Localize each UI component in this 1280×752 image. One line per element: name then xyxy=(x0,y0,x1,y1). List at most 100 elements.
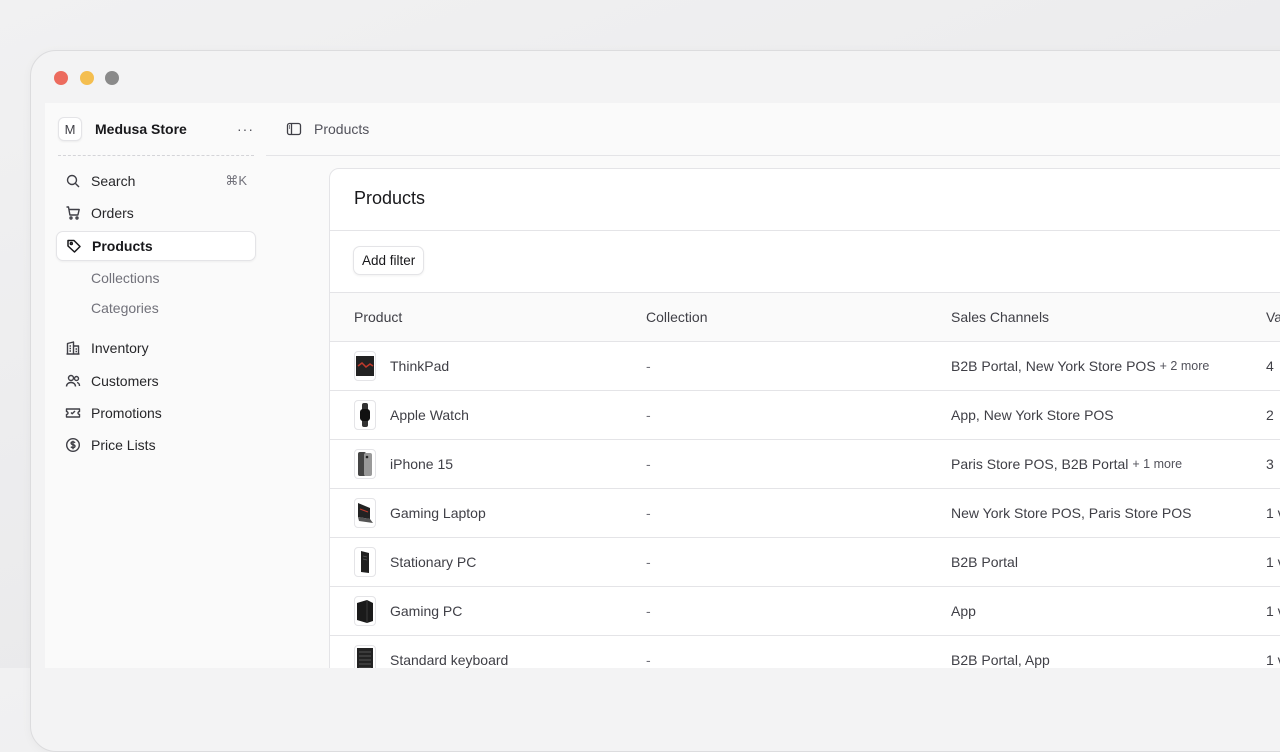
sales-channels-text: B2B Portal xyxy=(951,554,1018,570)
store-avatar: M xyxy=(58,117,82,141)
sidebar-item-label: Promotions xyxy=(91,404,162,421)
column-header-collection[interactable]: Collection xyxy=(646,293,707,341)
table-row[interactable]: Apple Watch - App, New York Store POS 2 xyxy=(330,391,1280,440)
sidebar-item-collections[interactable]: Collections xyxy=(56,263,256,293)
product-cell: iPhone 15 xyxy=(354,440,453,488)
sidebar-item-customers[interactable]: Customers xyxy=(56,366,256,396)
variants-cell: 1 v xyxy=(1266,554,1280,570)
table-header: Product Collection Sales Channels Va xyxy=(330,292,1280,342)
table-row[interactable]: Stationary PC - B2B Portal 1 v xyxy=(330,538,1280,587)
table-row[interactable]: iPhone 15 - Paris Store POS, B2B Portal … xyxy=(330,440,1280,489)
table-row[interactable]: Gaming PC - App 1 v xyxy=(330,587,1280,636)
store-switcher[interactable]: M Medusa Store ··· xyxy=(58,116,254,142)
product-name: Gaming Laptop xyxy=(390,505,486,521)
variants-cell: 4 xyxy=(1266,358,1274,374)
gaming-pc-thumbnail xyxy=(354,596,376,626)
more-options-icon[interactable]: ··· xyxy=(237,121,254,137)
sales-channels-cell: App xyxy=(951,587,980,635)
currency-dollar-icon xyxy=(65,437,81,453)
breadcrumb[interactable]: Products xyxy=(314,121,369,137)
table-row[interactable]: ThinkPad - B2B Portal, New York Store PO… xyxy=(330,342,1280,391)
product-cell: Stationary PC xyxy=(354,538,476,586)
table-row[interactable]: Gaming Laptop - New York Store POS, Pari… xyxy=(330,489,1280,538)
window-maximize-button[interactable] xyxy=(105,71,119,85)
sidebar-item-promotions[interactable]: Promotions xyxy=(56,398,256,428)
product-cell: ThinkPad xyxy=(354,342,449,390)
sales-channels-cell: B2B Portal, App xyxy=(951,636,1054,668)
sidebar-item-label: Price Lists xyxy=(91,437,156,454)
sales-channels-text: B2B Portal, App xyxy=(951,652,1050,668)
main-content: Products Add filter Product Collection S… xyxy=(266,156,1280,668)
collection-cell: - xyxy=(646,652,651,668)
sales-channels-cell: New York Store POS, Paris Store POS xyxy=(951,489,1195,537)
products-card: Products Add filter Product Collection S… xyxy=(329,168,1280,668)
sidebar-item-label: Customers xyxy=(91,372,159,389)
sales-channels-text: App, New York Store POS xyxy=(951,407,1114,423)
page-title: Products xyxy=(354,188,426,208)
product-cell: Apple Watch xyxy=(354,391,469,439)
search-shortcut: ⌘K xyxy=(225,173,247,188)
sidebar: M Medusa Store ··· Search ⌘K Orders Prod… xyxy=(45,103,267,668)
keyboard-thumbnail xyxy=(354,645,376,668)
collection-cell: - xyxy=(646,407,651,423)
sidebar-item-label: Search xyxy=(91,173,136,189)
building-icon xyxy=(65,340,81,356)
column-header-sales-channels[interactable]: Sales Channels xyxy=(951,293,1049,341)
collection-cell: - xyxy=(646,358,651,374)
sidebar-nav: Search ⌘K Orders Products Collections Ca… xyxy=(56,166,256,463)
product-name: Standard keyboard xyxy=(390,652,509,668)
column-header-product[interactable]: Product xyxy=(354,293,402,341)
more-channels-badge: + 2 more xyxy=(1159,359,1210,373)
variants-cell: 1 v xyxy=(1266,603,1280,619)
search-icon xyxy=(65,173,81,189)
sales-channels-cell: B2B Portal, New York Store POS + 2 more xyxy=(951,342,1209,390)
sidebar-item-label: Products xyxy=(92,237,153,254)
table-row[interactable]: Standard keyboard - B2B Portal, App 1 v xyxy=(330,636,1280,668)
ticket-icon xyxy=(65,405,81,421)
collection-cell: - xyxy=(646,456,651,472)
sidebar-item-price-lists[interactable]: Price Lists xyxy=(56,430,256,460)
sidebar-item-label: Orders xyxy=(91,205,134,222)
sales-channels-text: Paris Store POS, B2B Portal xyxy=(951,456,1129,472)
sales-channels-cell: Paris Store POS, B2B Portal + 1 more xyxy=(951,440,1182,488)
window-close-button[interactable] xyxy=(54,71,68,85)
product-cell: Gaming PC xyxy=(354,587,462,635)
store-name: Medusa Store xyxy=(95,121,187,137)
sidebar-item-inventory[interactable]: Inventory xyxy=(56,333,256,363)
window-minimize-button[interactable] xyxy=(80,71,94,85)
product-name: Apple Watch xyxy=(390,407,469,423)
product-name: Stationary PC xyxy=(390,554,477,570)
sidebar-item-search[interactable]: Search ⌘K xyxy=(56,166,256,196)
sidebar-divider xyxy=(58,155,254,156)
variants-cell: 1 v xyxy=(1266,652,1280,668)
variants-cell: 1 v xyxy=(1266,505,1280,521)
sidebar-item-products[interactable]: Products xyxy=(56,230,256,261)
collection-cell: - xyxy=(646,505,651,521)
sales-channels-cell: B2B Portal xyxy=(951,538,1022,586)
watch-thumbnail xyxy=(354,400,376,430)
card-divider xyxy=(330,230,1280,231)
collection-cell: - xyxy=(646,603,651,619)
product-cell: Gaming Laptop xyxy=(354,489,486,537)
add-filter-button[interactable]: Add filter xyxy=(353,246,425,275)
more-channels-badge: + 1 more xyxy=(1132,457,1183,471)
phone-thumbnail xyxy=(354,449,376,479)
sidebar-item-orders[interactable]: Orders xyxy=(56,198,256,228)
sales-channels-text: B2B Portal, New York Store POS xyxy=(951,358,1156,374)
product-cell: Standard keyboard xyxy=(354,636,508,668)
variants-cell: 3 xyxy=(1266,456,1274,472)
users-icon xyxy=(65,373,81,389)
sidebar-item-categories[interactable]: Categories xyxy=(56,293,256,323)
tag-icon xyxy=(66,238,82,254)
app-content: M Medusa Store ··· Search ⌘K Orders Prod… xyxy=(45,103,1280,668)
sidebar-item-label: Inventory xyxy=(91,340,149,357)
shopping-cart-icon xyxy=(65,205,81,221)
collection-cell: - xyxy=(646,554,651,570)
gaming-laptop-thumbnail xyxy=(354,498,376,528)
sidebar-panel-icon[interactable] xyxy=(286,121,302,137)
column-header-variants[interactable]: Va xyxy=(1266,293,1280,341)
product-name: ThinkPad xyxy=(390,358,450,374)
product-name: iPhone 15 xyxy=(390,456,454,472)
top-bar: Products xyxy=(266,103,1280,156)
pc-thumbnail xyxy=(354,547,376,577)
